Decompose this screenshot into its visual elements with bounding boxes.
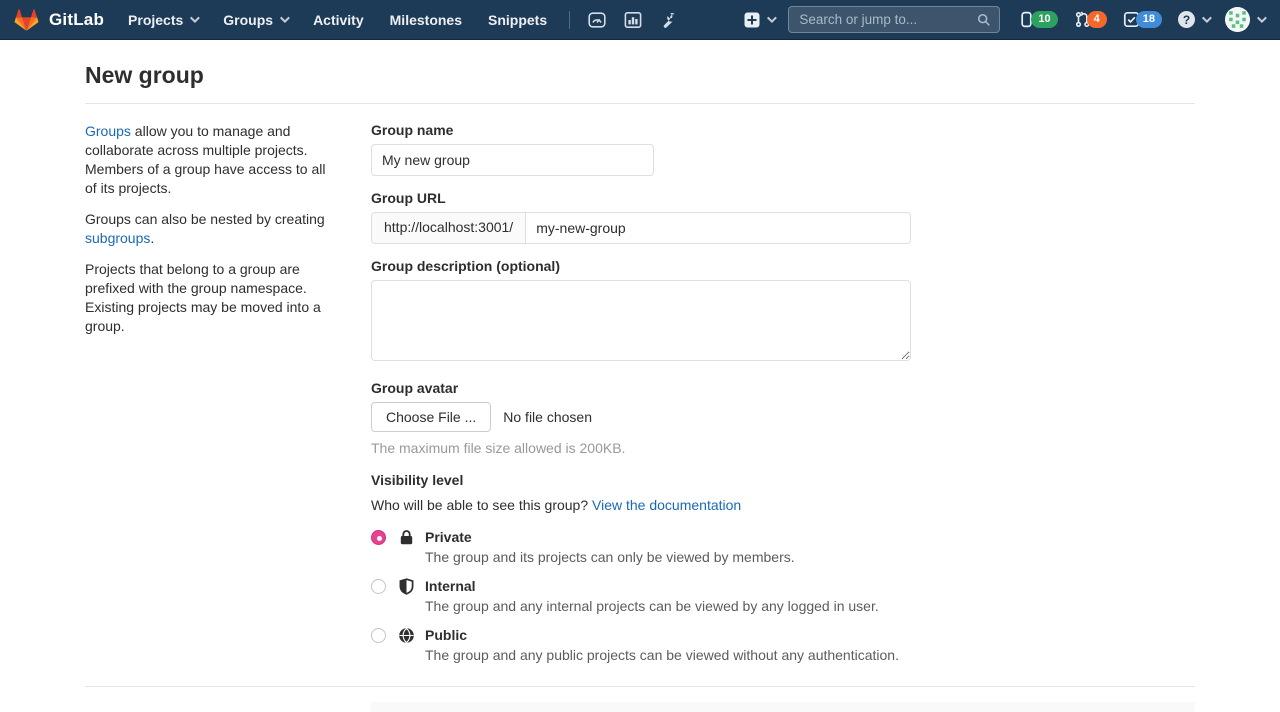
globe-icon xyxy=(398,627,415,644)
group-url-input[interactable] xyxy=(525,212,911,244)
subgroups-link[interactable]: subgroups xyxy=(85,230,150,246)
issues-counter[interactable]: 10 xyxy=(1018,11,1057,28)
issues-count-badge: 10 xyxy=(1031,11,1057,27)
description-sidebar: Groups allow you to manage and collabora… xyxy=(85,104,341,674)
new-menu-button[interactable] xyxy=(744,12,774,28)
page-content: New group Groups allow you to manage and… xyxy=(85,40,1195,712)
dashboard-gauge-icon[interactable] xyxy=(588,11,606,29)
nav-projects[interactable]: Projects xyxy=(128,12,197,28)
group-url-prefix: http://localhost:3001/ xyxy=(371,212,525,244)
page-title: New group xyxy=(85,62,1195,89)
new-group-form: Group name Group URL http://localhost:30… xyxy=(371,104,1195,674)
global-search[interactable] xyxy=(788,6,1000,33)
nav-milestones[interactable]: Milestones xyxy=(390,12,462,28)
group-name-input[interactable] xyxy=(371,144,654,176)
search-icon xyxy=(977,13,991,27)
avatar-help-text: The maximum file size allowed is 200KB. xyxy=(371,440,1195,456)
chevron-down-icon xyxy=(190,13,200,23)
visibility-question: Who will be able to see this group? View… xyxy=(371,497,1195,513)
view-documentation-link[interactable]: View the documentation xyxy=(592,497,741,513)
gitlab-logo[interactable]: GitLab xyxy=(14,8,104,32)
charts-icon[interactable] xyxy=(624,11,642,29)
internal-option-desc: The group and any internal projects can … xyxy=(425,598,879,614)
sidebar-paragraph-2: Groups can also be nested by creating su… xyxy=(85,210,341,248)
group-avatar-label: Group avatar xyxy=(371,380,1195,396)
chevron-down-icon xyxy=(1202,13,1212,23)
nav-snippets[interactable]: Snippets xyxy=(488,12,547,28)
group-description-textarea[interactable] xyxy=(371,280,911,361)
user-menu-button[interactable] xyxy=(1225,7,1264,32)
visibility-level-label: Visibility level xyxy=(371,472,1195,488)
chevron-down-icon xyxy=(1257,13,1267,23)
help-icon: ? xyxy=(1178,11,1195,28)
shield-icon xyxy=(398,578,415,595)
visibility-option-internal: Internal The group and any internal proj… xyxy=(371,576,1195,614)
lock-icon xyxy=(398,529,415,546)
visibility-option-private: Private The group and its projects can o… xyxy=(371,527,1195,565)
plus-square-icon xyxy=(744,12,760,28)
search-input[interactable] xyxy=(799,12,977,27)
tanuki-icon xyxy=(14,8,39,32)
todos-counter[interactable]: 18 xyxy=(1123,11,1162,28)
internal-radio[interactable] xyxy=(371,579,386,594)
gitlab-wordmark: GitLab xyxy=(49,10,104,30)
admin-wrench-icon[interactable] xyxy=(660,11,678,29)
top-navbar: GitLab Projects Groups Activity Mileston… xyxy=(0,0,1280,40)
visibility-option-public: Public The group and any public projects… xyxy=(371,625,1195,663)
public-option-desc: The group and any public projects can be… xyxy=(425,647,899,663)
todo-count-badge: 18 xyxy=(1136,11,1162,27)
choose-file-button[interactable]: Choose File ... xyxy=(371,402,491,432)
chevron-down-icon xyxy=(280,13,290,23)
nav-groups[interactable]: Groups xyxy=(223,12,287,28)
avatar xyxy=(1225,7,1250,32)
public-radio[interactable] xyxy=(371,628,386,643)
file-chosen-status: No file chosen xyxy=(503,409,592,425)
form-actions: Create group Cancel xyxy=(371,702,1195,712)
chevron-down-icon xyxy=(767,13,777,23)
private-option-desc: The group and its projects can only be v… xyxy=(425,549,795,565)
public-option-title: Public xyxy=(425,625,899,643)
nav-separator xyxy=(569,11,570,29)
sidebar-paragraph-1: Groups allow you to manage and collabora… xyxy=(85,122,341,198)
help-menu-button[interactable]: ? xyxy=(1178,11,1209,28)
nav-activity[interactable]: Activity xyxy=(313,12,364,28)
merge-requests-counter[interactable]: 4 xyxy=(1074,11,1107,28)
group-name-label: Group name xyxy=(371,122,1195,138)
group-url-label: Group URL xyxy=(371,190,1195,206)
groups-link[interactable]: Groups xyxy=(85,123,131,139)
private-radio[interactable] xyxy=(371,530,386,545)
form-divider xyxy=(85,686,1195,687)
mr-count-badge: 4 xyxy=(1087,11,1107,27)
group-description-label: Group description (optional) xyxy=(371,258,1195,274)
private-option-title: Private xyxy=(425,527,795,545)
sidebar-paragraph-3: Projects that belong to a group are pref… xyxy=(85,260,341,336)
internal-option-title: Internal xyxy=(425,576,879,594)
